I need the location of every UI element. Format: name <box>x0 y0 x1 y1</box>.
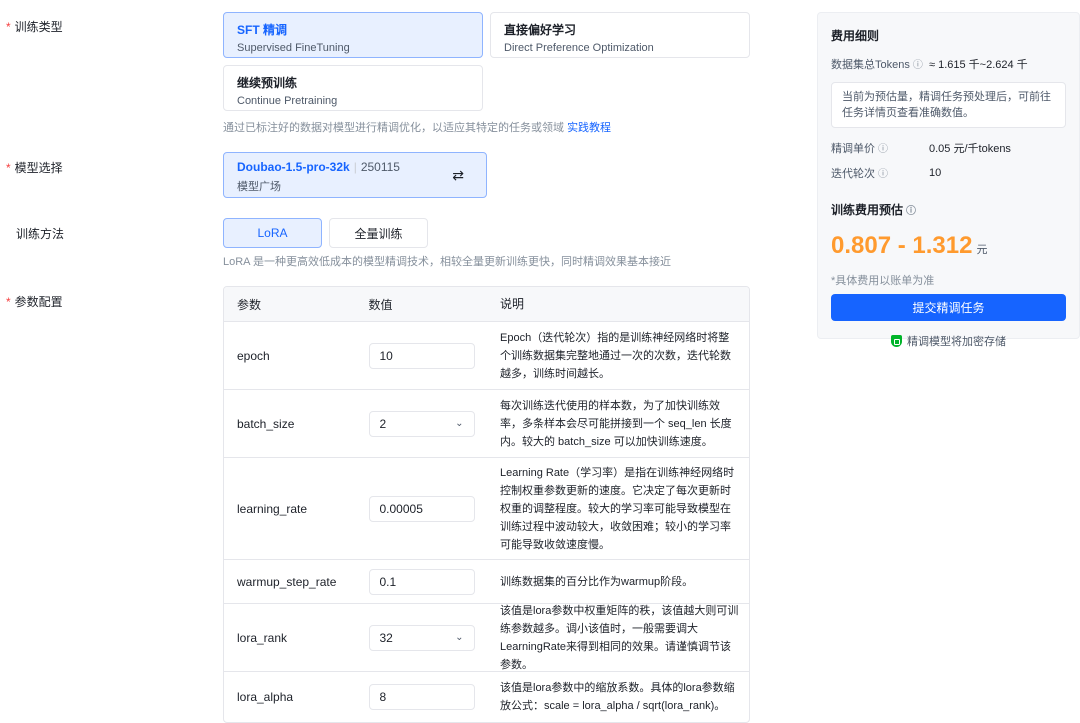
epochs-value: 10 <box>929 167 942 179</box>
table-row: learning_rate 0.00005 Learning Rate（学习率）… <box>224 458 749 560</box>
cost-title: 费用细则 <box>831 29 880 43</box>
cost-panel: 费用细则 数据集总Tokens ⓘ ≈ 1.615 千~2.624 千 当前为预估… <box>817 12 1080 348</box>
learning-rate-input[interactable]: 0.00005 <box>368 495 475 522</box>
info-icon[interactable]: ⓘ <box>913 60 923 71</box>
header-value: 数值 <box>368 297 393 312</box>
param-name: warmup_step_rate <box>237 574 337 589</box>
lora-rank-select[interactable]: 32 ⌄ <box>368 624 475 651</box>
unit-price-value: 0.05 元/千tokens <box>929 143 1011 155</box>
estimate-note-box: 当前为预估量，精调任务预处理后，可前往任务详情页查看准确数值。 <box>831 82 1066 128</box>
model-source: 模型广场 <box>237 181 281 193</box>
chevron-down-icon: ⌄ <box>455 418 464 429</box>
label-model-select: * 模型选择 <box>6 161 63 175</box>
param-desc: 该值是lora参数中权重矩阵的秩，该值越大则可训练参数越多。调小该值时，一般需要… <box>500 604 739 671</box>
info-icon[interactable]: ⓘ <box>878 169 888 180</box>
label-param-config: * 参数配置 <box>6 295 63 309</box>
training-type-sft[interactable]: SFT 精调 Supervised FineTuning <box>223 12 483 58</box>
param-name: epoch <box>237 348 270 363</box>
param-name: lora_alpha <box>237 690 294 704</box>
training-type-subtitle: Continue Pretraining <box>237 95 338 107</box>
table-row: lora_rank 32 ⌄ 该值是lora参数中权重矩阵的秩，该值越大则可训练参… <box>224 604 749 672</box>
table-row: epoch 10 Epoch（迭代轮次）指的是训练神经网络时将整个训练数据集完整… <box>224 322 749 390</box>
info-icon[interactable]: ⓘ <box>906 206 916 217</box>
estimate-value: 0.807 - 1.312 元 <box>831 232 988 259</box>
swap-icon[interactable]: ⇄ <box>452 167 464 184</box>
param-desc: Learning Rate（学习率）是指在训练神经网络时控制权重参数更新的速度。… <box>500 466 735 551</box>
epochs-row: 迭代轮次 ⓘ 10 <box>831 167 942 180</box>
param-table: 参数 数值 说明 epoch 10 Epoch（迭代轮次）指的是训练神经网络时将… <box>223 286 750 723</box>
training-type-subtitle: Direct Preference Optimization <box>504 42 654 54</box>
param-desc: Epoch（迭代轮次）指的是训练神经网络时将整个训练数据集完整地通过一次的次数，… <box>500 331 731 380</box>
table-row: lora_alpha 8 该值是lora参数中的缩放系数。具体的lora参数缩放… <box>224 672 749 722</box>
tokens-value: ≈ 1.615 千~2.624 千 <box>929 59 1028 71</box>
model-name: Doubao-1.5-pro-32k <box>237 160 350 174</box>
training-type-subtitle: Supervised FineTuning <box>237 42 350 54</box>
table-header: 参数 数值 说明 <box>224 287 749 322</box>
training-type-dpo[interactable]: 直接偏好学习 Direct Preference Optimization <box>490 12 750 58</box>
lora-alpha-input[interactable]: 8 <box>368 684 475 710</box>
tokens-row: 数据集总Tokens ⓘ ≈ 1.615 千~2.624 千 <box>831 56 1066 72</box>
shield-icon <box>891 335 902 347</box>
secure-note: 精调模型将加密存储 <box>831 333 1066 349</box>
param-name: learning_rate <box>237 501 308 516</box>
estimate-title: 训练费用预估 ⓘ <box>831 203 917 217</box>
param-desc: 每次训练迭代使用的样本数，为了加快训练效率，多条样本会尽可能拼接到一个 seq_… <box>500 399 732 448</box>
warmup-step-rate-input[interactable]: 0.1 <box>368 568 475 595</box>
training-type-help: 通过已标注好的数据对模型进行精调优化，以适应其特定的任务或领域 实践教程 <box>223 122 612 134</box>
chevron-down-icon: ⌄ <box>455 632 464 643</box>
model-select-card[interactable]: Doubao-1.5-pro-32k | 250115 模型广场 ⇄ <box>223 152 487 198</box>
header-param: 参数 <box>237 297 262 312</box>
method-help: LoRA 是一种更高效低成本的模型精调技术，相较全量更新训练更快，同时精调效果基… <box>223 256 671 268</box>
param-desc: 训练数据集的百分比作为warmup阶段。 <box>500 575 694 588</box>
header-desc: 说明 <box>500 297 525 311</box>
estimate-disclaimer: *具体费用以账单为准 <box>831 275 935 287</box>
tutorial-link[interactable]: 实践教程 <box>567 122 611 134</box>
table-row: batch_size 2 ⌄ 每次训练迭代使用的样本数，为了加快训练效率，多条样本… <box>224 390 749 458</box>
param-name: batch_size <box>237 416 295 431</box>
training-type-title: SFT 精调 <box>237 23 287 37</box>
label-training-type: * 训练类型 <box>6 20 63 34</box>
estimate-unit: 元 <box>976 244 988 256</box>
unit-price-row: 精调单价 ⓘ 0.05 元/千tokens <box>831 140 1066 156</box>
batch-size-select[interactable]: 2 ⌄ <box>368 410 475 437</box>
training-type-title: 继续预训练 <box>237 76 298 90</box>
label-training-method: 训练方法 <box>16 227 65 241</box>
info-icon[interactable]: ⓘ <box>878 144 888 155</box>
epoch-input[interactable]: 10 <box>368 342 475 369</box>
method-full-button[interactable]: 全量训练 <box>329 218 428 248</box>
training-type-pretrain[interactable]: 继续预训练 Continue Pretraining <box>223 65 483 111</box>
model-version: 250115 <box>360 160 400 174</box>
method-lora-button[interactable]: LoRA <box>223 218 322 248</box>
param-name: lora_rank <box>237 630 288 645</box>
training-type-title: 直接偏好学习 <box>504 23 577 37</box>
submit-button[interactable]: 提交精调任务 <box>831 294 1066 321</box>
param-desc: 该值是lora参数中的缩放系数。具体的lora参数缩放公式：scale = lo… <box>500 682 735 712</box>
